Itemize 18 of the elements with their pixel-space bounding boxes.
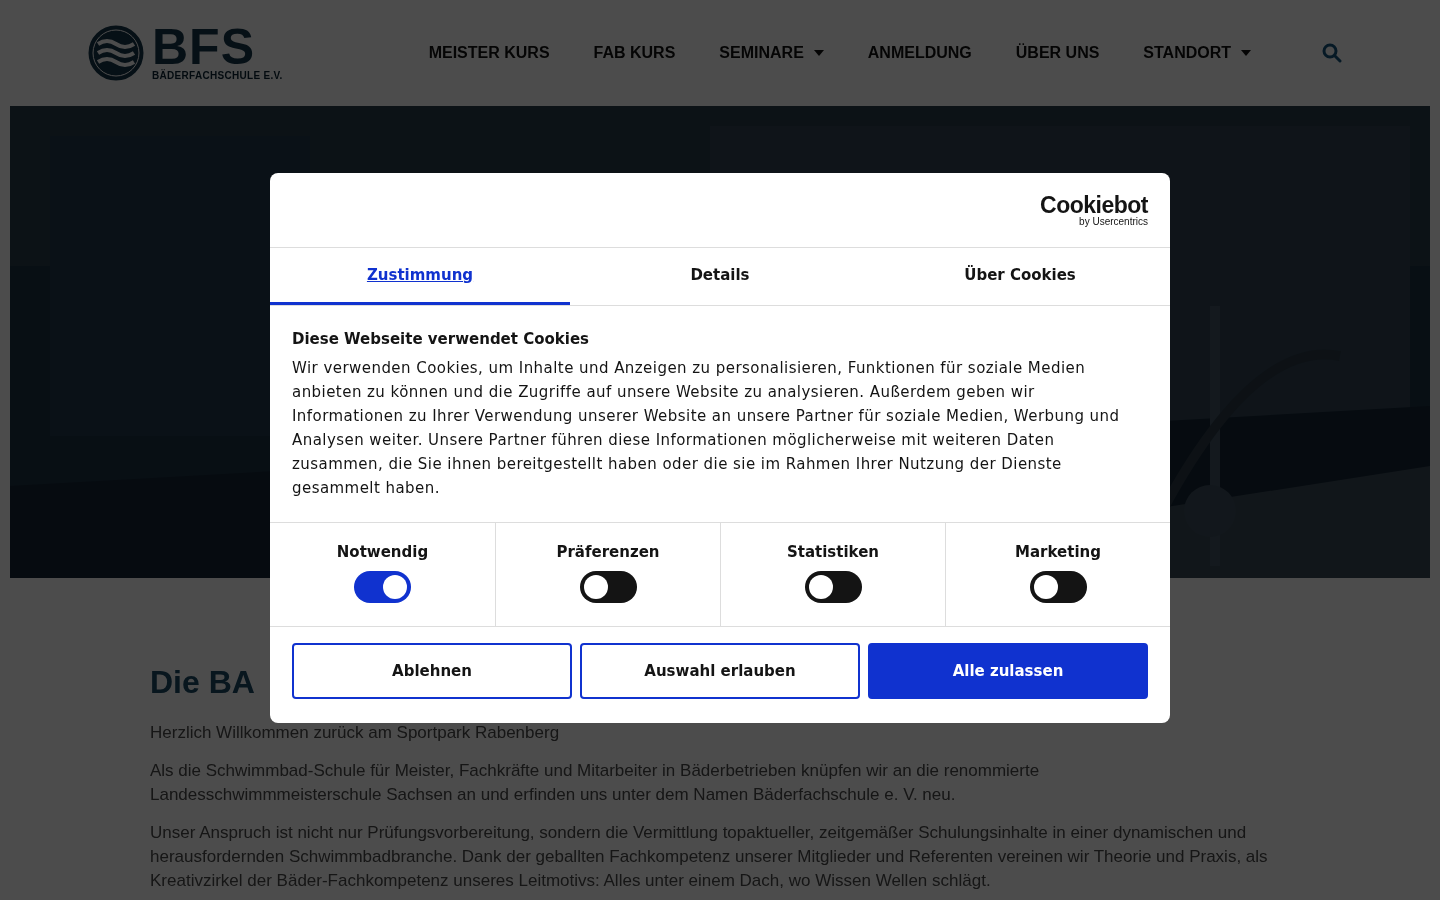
category-label: Notwendig — [336, 543, 429, 561]
toggle-switch[interactable] — [579, 571, 637, 603]
toggle-switch[interactable] — [804, 571, 862, 603]
dialog-text: Wir verwenden Cookies, um Inhalte und Anzeigen zu personalisieren, Funktionen für soziale Medien anbieten zu können und die Zugriffe auf unsere Website zu analysieren. Außerdem geben wir Informationen zu Ihrer Verwendung unserer Website an unsere Partner für soziale Medien, Werbung und Analysen weiter. Unsere Partner führen diese Informationen möglicherweise mit weiteren Daten zusammen, die Sie ihnen bereitgestellt haben oder die sie im Rahmen Ihrer Nutzung der Dienste gesammelt haben. — [292, 358, 1121, 499]
toggle-switch[interactable] — [1029, 571, 1087, 603]
brand-name: Cookiebot — [1040, 193, 1148, 217]
dialog-title: Diese Webseite verwendet Cookies — [292, 330, 591, 348]
toggle-switch[interactable] — [354, 571, 411, 603]
brand-byline: by Usercentrics — [1079, 216, 1148, 227]
category-label: Präferenzen — [556, 543, 660, 561]
logo-subtitle: BÄDERFACHSCHULE E.V. — [152, 71, 283, 81]
logo-wordmark: BFS — [152, 25, 255, 69]
dialog-button[interactable]: Auswahl erlauben — [580, 643, 860, 699]
accept-all-button[interactable]: Alle zulassen — [868, 643, 1148, 699]
page-heading: Die BA — [150, 664, 255, 701]
dialog-button[interactable]: Ablehnen — [292, 643, 572, 699]
category-label: Statistiken — [786, 543, 880, 561]
category-label: Marketing — [1015, 543, 1101, 561]
